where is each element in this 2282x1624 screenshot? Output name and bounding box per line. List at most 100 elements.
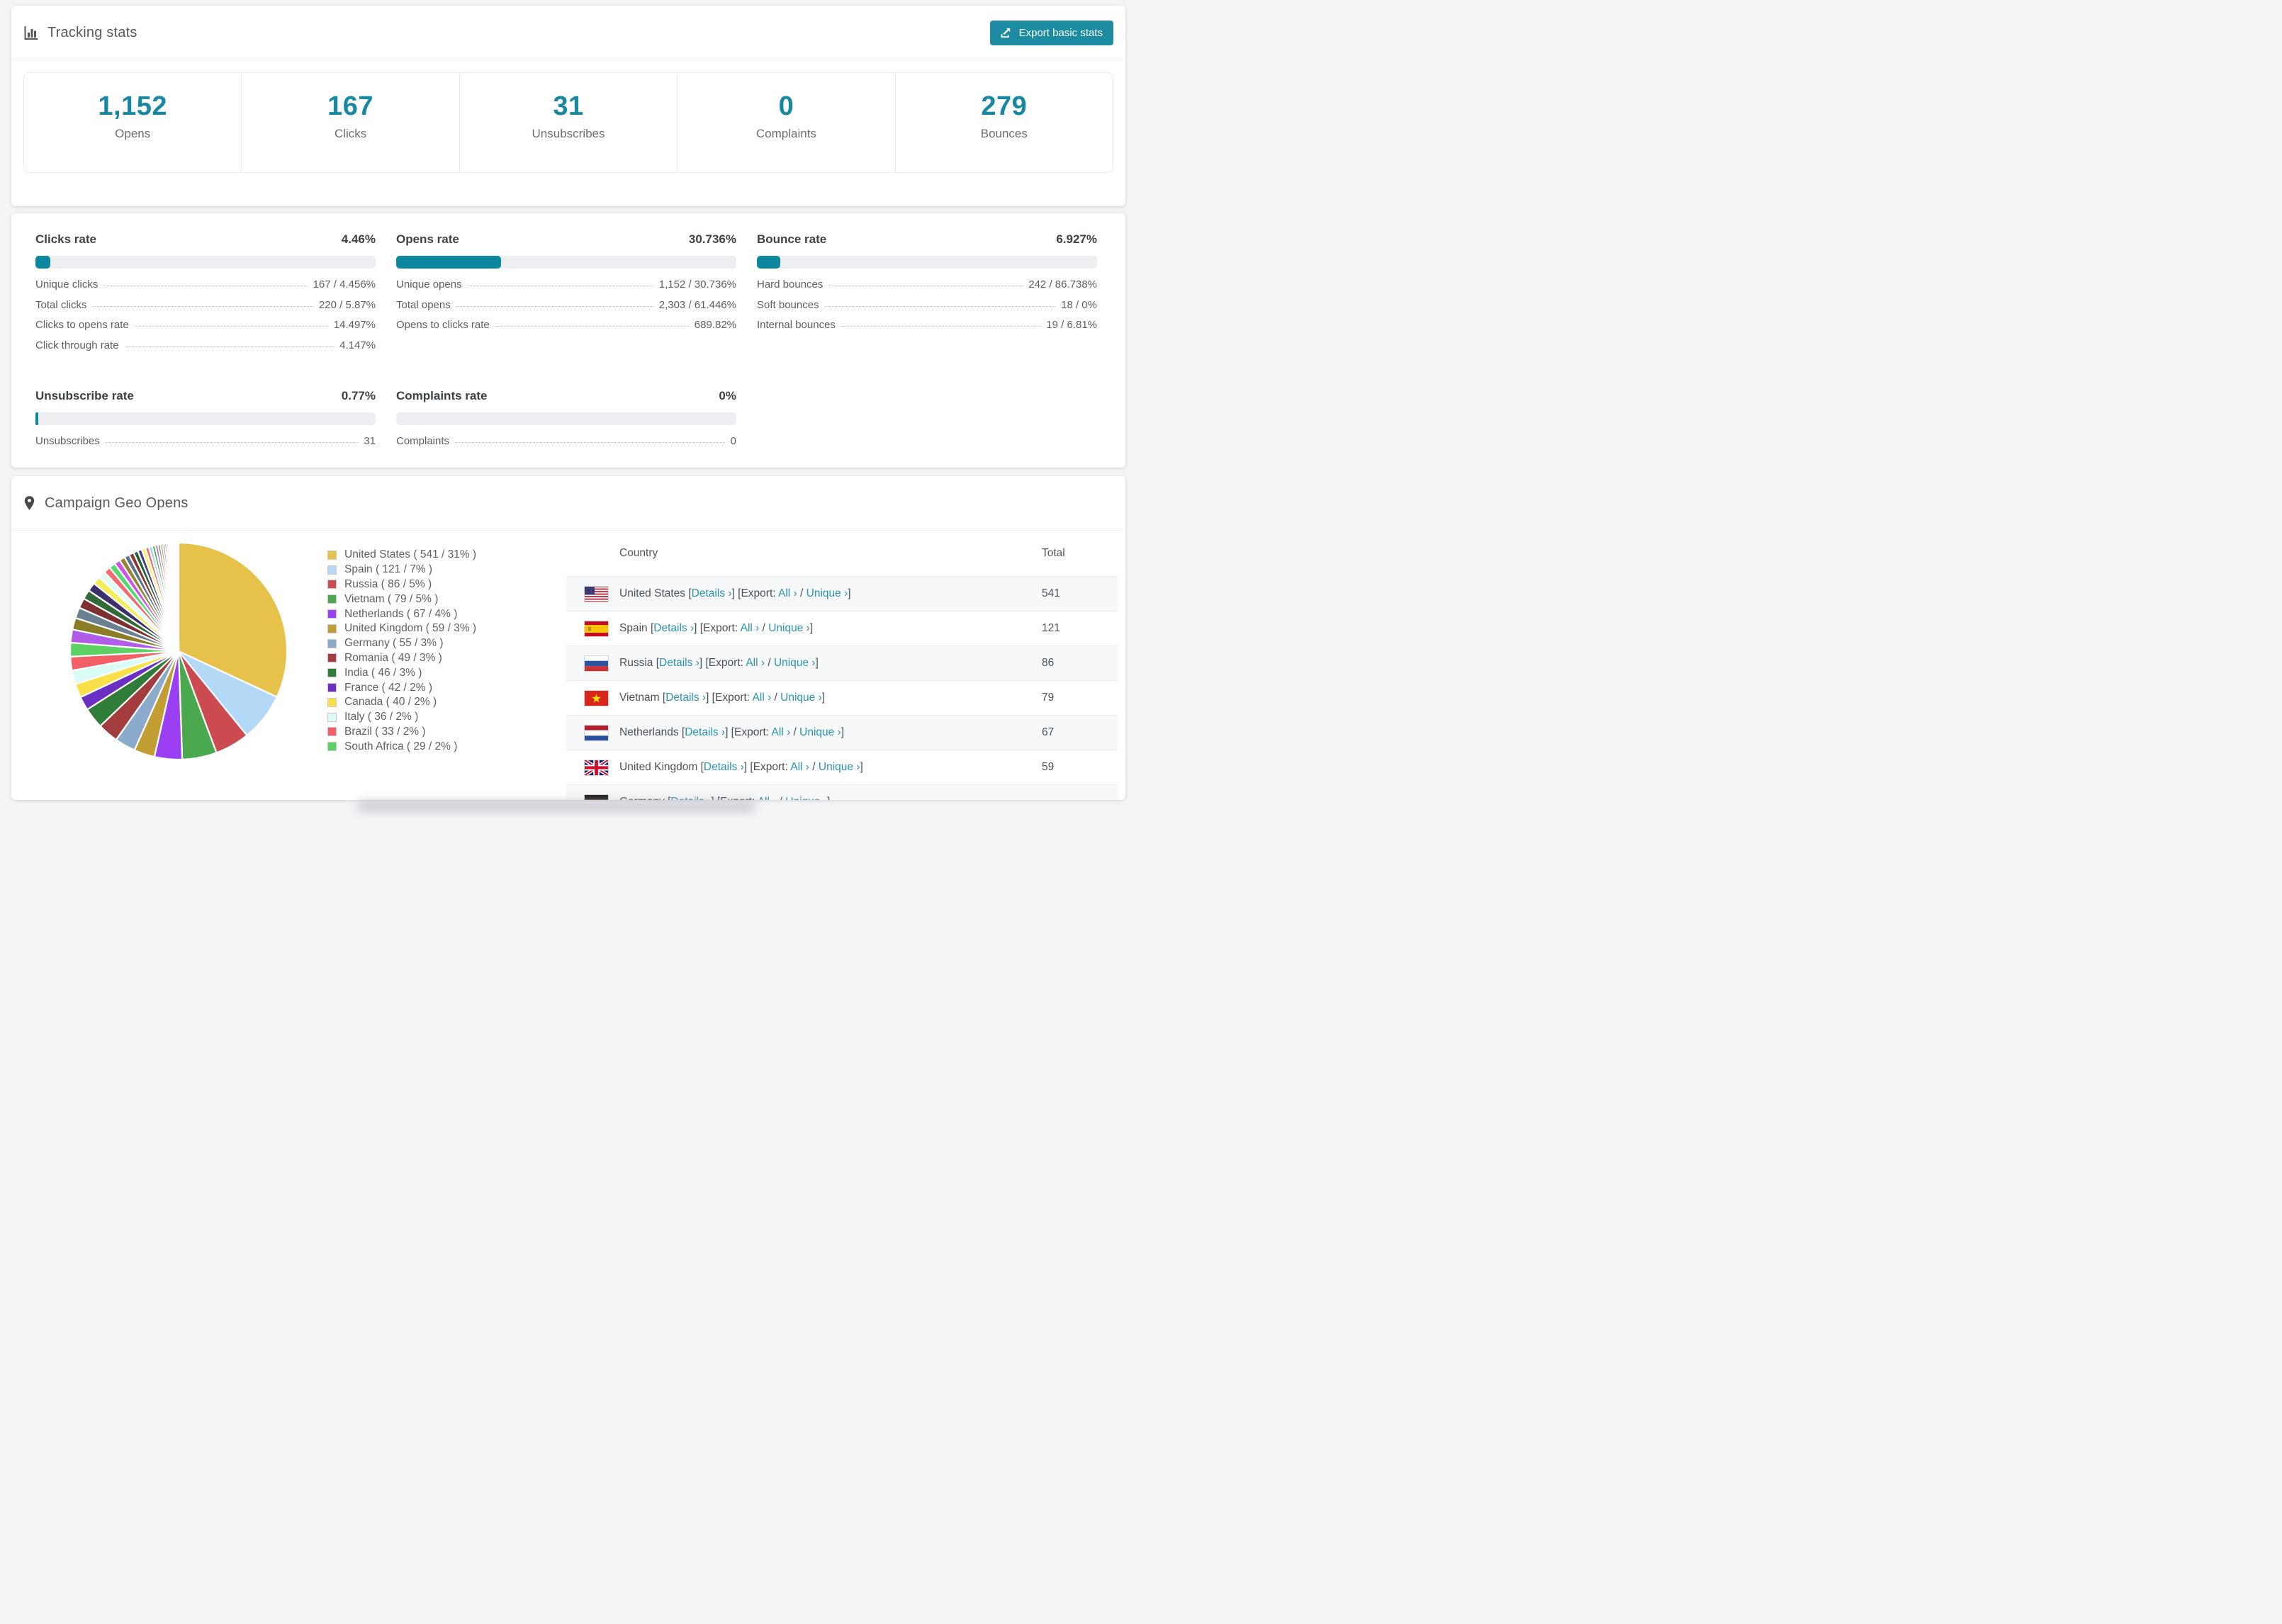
details-link[interactable]: Details › [685, 726, 725, 738]
rate-title: Complaints rate [396, 389, 488, 402]
export-all-link[interactable]: All › [790, 761, 809, 773]
legend-swatch [327, 712, 337, 722]
legend-item: France ( 42 / 2% ) [327, 680, 476, 695]
rate-row-value: 242 / 86.738% [1028, 278, 1097, 291]
dotted-leader [495, 326, 689, 327]
rate-title: Clicks rate [35, 232, 96, 246]
legend-label: Italy ( 36 / 2% ) [344, 711, 419, 723]
export-button-label: Export basic stats [1018, 26, 1103, 39]
legend-swatch [327, 550, 337, 560]
export-basic-stats-button[interactable]: Export basic stats [989, 20, 1113, 45]
rate-row-value: 2,303 / 61.446% [658, 298, 736, 311]
details-link[interactable]: Details › [653, 622, 694, 634]
table-row: Vietnam [Details ›] [Export: All › / Uni… [566, 680, 1118, 715]
export-all-link[interactable]: All › [746, 657, 765, 669]
stat-value: 167 [327, 91, 374, 121]
country-name: Vietnam [619, 692, 663, 704]
progress-bar [35, 412, 376, 425]
rate-title: Bounce rate [757, 232, 827, 246]
country-name: United Kingdom [619, 761, 701, 773]
table-row: Spain [Details ›] [Export: All › / Uniqu… [566, 611, 1118, 645]
progress-fill [757, 256, 781, 269]
total-value: 59 [1042, 761, 1055, 773]
export-unique-link[interactable]: Unique › [785, 796, 827, 800]
geo-opens-header: Campaign Geo Opens [11, 476, 1125, 531]
rate-block: Bounce rate 6.927% Hard bounces 242 / 86.73… [757, 232, 1097, 359]
progress-fill [35, 256, 51, 269]
export-label: Export: [703, 622, 741, 634]
rate-row-label: Unique opens [396, 278, 462, 291]
legend-swatch [327, 638, 337, 648]
legend-swatch [327, 697, 337, 707]
export-all-link[interactable]: All › [778, 587, 797, 599]
rate-row: Unique clicks 167 / 4.456% [35, 278, 376, 299]
stat-label: Opens [115, 127, 151, 140]
rates-grid: Clicks rate 4.46% Unique clicks 167 / 4.456… [11, 213, 1125, 456]
rate-row-label: Hard bounces [757, 278, 824, 291]
legend-label: Romania ( 49 / 3% ) [344, 651, 442, 664]
table-row: Germany [Details ›] [Export: All › / Uni… [566, 784, 1118, 800]
legend-label: South Africa ( 29 / 2% ) [344, 740, 458, 752]
dotted-leader [824, 305, 1056, 307]
legend-item: Netherlands ( 67 / 4% ) [327, 607, 476, 621]
stat-value: 31 [553, 91, 584, 121]
total-value: 79 [1042, 692, 1055, 704]
rate-row-value: 0 [730, 435, 736, 447]
export-unique-link[interactable]: Unique › [819, 761, 860, 773]
legend-label: Germany ( 55 / 3% ) [344, 637, 444, 650]
flag-es-icon [566, 620, 619, 637]
details-link[interactable]: Details › [704, 761, 744, 773]
table-row: United Kingdom [Details ›] [Export: All … [566, 750, 1118, 784]
rate-row: Total clicks 220 / 5.87% [35, 299, 376, 320]
legend-swatch [327, 727, 337, 737]
summary-stat: 31 Unsubscribes [459, 73, 677, 172]
tracking-stats-header: Tracking stats Export basic stats [11, 6, 1125, 60]
progress-bar [396, 412, 736, 425]
rate-title: Unsubscribe rate [35, 389, 134, 402]
rate-row-value: 167 / 4.456% [313, 278, 376, 291]
legend-label: Spain ( 121 / 7% ) [344, 563, 433, 576]
flag-vn-icon [566, 689, 619, 706]
rate-row-label: Complaints [396, 435, 450, 447]
export-all-link[interactable]: All › [753, 692, 772, 704]
details-link[interactable]: Details › [659, 657, 699, 669]
rate-block: Complaints rate 0% Complaints 0 [396, 389, 736, 456]
export-all-link[interactable]: All › [758, 796, 777, 800]
export-unique-link[interactable]: Unique › [768, 622, 810, 634]
rate-value: 6.927% [1056, 232, 1097, 246]
rate-row: Total opens 2,303 / 61.446% [396, 299, 736, 320]
details-link[interactable]: Details › [665, 692, 706, 704]
export-all-link[interactable]: All › [741, 622, 760, 634]
progress-bar [757, 256, 1097, 269]
rate-row: Hard bounces 242 / 86.738% [757, 278, 1097, 299]
legend-swatch [327, 668, 337, 678]
summary-stat: 279 Bounces [894, 73, 1113, 172]
export-unique-link[interactable]: Unique › [806, 587, 848, 599]
tracking-stats-card: Tracking stats Export basic stats 1,152 O… [11, 6, 1125, 206]
table-row: Russia [Details ›] [Export: All › / Uniq… [566, 645, 1118, 680]
export-unique-link[interactable]: Unique › [774, 657, 816, 669]
legend-item: South Africa ( 29 / 2% ) [327, 739, 476, 754]
rate-block: Opens rate 30.736% Unique opens 1,152 / 30.… [396, 232, 736, 359]
legend-item: Italy ( 36 / 2% ) [327, 710, 476, 725]
rate-value: 0.77% [341, 389, 376, 402]
flag-us-icon [566, 585, 619, 602]
geo-table: Country Total United States [Details ›] … [566, 531, 1118, 800]
total-value: 541 [1042, 587, 1060, 599]
country-name: Netherlands [619, 726, 682, 738]
scroll-shadow [358, 800, 755, 812]
export-unique-link[interactable]: Unique › [799, 726, 841, 738]
progress-bar [396, 256, 736, 269]
total-value: 86 [1042, 657, 1055, 669]
legend-item: Germany ( 55 / 3% ) [327, 636, 476, 651]
geo-title: Campaign Geo Opens [45, 495, 189, 511]
export-label: Export: [708, 657, 746, 669]
details-link[interactable]: Details › [692, 587, 732, 599]
rate-row: Opens to clicks rate 689.82% [396, 319, 736, 339]
progress-fill [396, 256, 501, 269]
col-header-total: Total [1042, 547, 1065, 559]
legend-swatch [327, 580, 337, 590]
legend-label: United States ( 541 / 31% ) [344, 548, 477, 561]
export-unique-link[interactable]: Unique › [780, 692, 822, 704]
export-all-link[interactable]: All › [772, 726, 791, 738]
